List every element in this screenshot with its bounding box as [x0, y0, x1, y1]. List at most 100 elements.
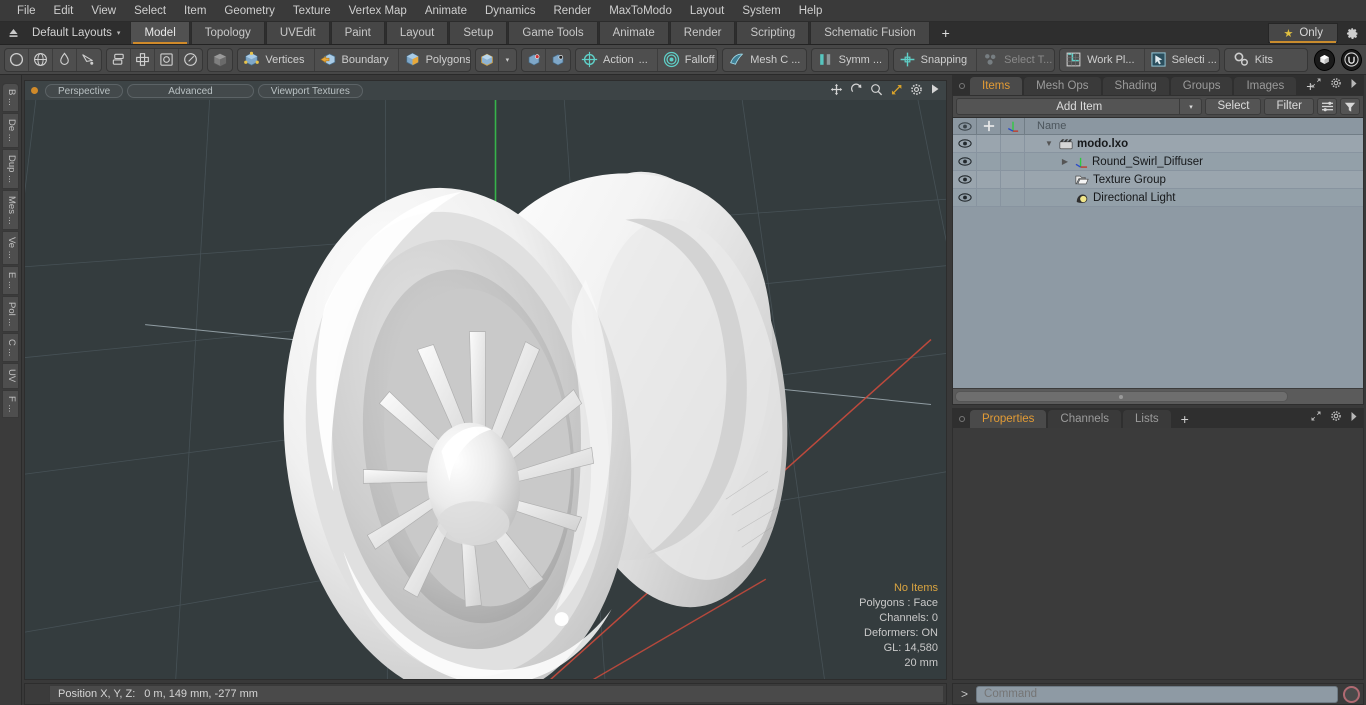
- row-axis-cell[interactable]: [1001, 189, 1025, 206]
- row-lock-cell[interactable]: [977, 189, 1001, 206]
- tab-mesh-ops[interactable]: Mesh Ops: [1024, 77, 1101, 95]
- rotate-icon[interactable]: [850, 83, 863, 99]
- cube-grey-icon[interactable]: [208, 49, 232, 71]
- menu-select[interactable]: Select: [125, 1, 175, 21]
- kits-button[interactable]: Kits: [1225, 49, 1295, 71]
- vtab-edge[interactable]: E ...: [2, 265, 19, 295]
- menu-vertex-map[interactable]: Vertex Map: [340, 1, 416, 21]
- viewport-3d-canvas[interactable]: Y X Z No Items Polygons : Face Channels:…: [25, 100, 946, 679]
- vtab-fusion[interactable]: F ...: [2, 389, 19, 418]
- vtab-mesh[interactable]: Mes ...: [2, 189, 19, 231]
- falloff-button[interactable]: Falloff: [658, 49, 717, 71]
- globe-icon[interactable]: [29, 48, 53, 71]
- command-input[interactable]: [976, 685, 1338, 703]
- action-center-button[interactable]: Action ...: [576, 48, 658, 71]
- menu-view[interactable]: View: [82, 1, 125, 21]
- tab-uvedit[interactable]: UVEdit: [265, 22, 330, 44]
- tab-images[interactable]: Images: [1234, 77, 1297, 95]
- expand-arrows-icon[interactable]: [1310, 410, 1322, 425]
- vtab-vertex[interactable]: Ve ...: [2, 231, 19, 265]
- tab-shading[interactable]: Shading: [1102, 77, 1169, 95]
- select-through-button[interactable]: Select T...: [977, 49, 1054, 71]
- menu-file[interactable]: File: [8, 1, 45, 21]
- chevron-down-icon[interactable]: ▾: [1179, 99, 1201, 114]
- row-eye-icon[interactable]: [953, 153, 977, 170]
- tab-properties[interactable]: Properties: [970, 410, 1047, 428]
- row-axis-cell[interactable]: [1001, 171, 1025, 188]
- move-icon[interactable]: [830, 83, 843, 99]
- row-name-cell[interactable]: Texture Group: [1025, 171, 1363, 188]
- only-toggle-button[interactable]: ★ Only: [1268, 23, 1338, 43]
- add-item-button[interactable]: Add Item ▾: [956, 98, 1203, 115]
- tab-render[interactable]: Render: [669, 22, 736, 44]
- viewport-shading-button[interactable]: Advanced: [127, 83, 254, 98]
- tab-animate[interactable]: Animate: [598, 22, 669, 44]
- menu-dynamics[interactable]: Dynamics: [476, 1, 544, 21]
- menu-system[interactable]: System: [733, 1, 789, 21]
- stack-icon[interactable]: [107, 48, 131, 71]
- unreal-u-icon[interactable]: [1340, 48, 1362, 71]
- tab-scripting[interactable]: Scripting: [736, 22, 810, 44]
- symmetry-button[interactable]: Symm ...: [812, 49, 888, 71]
- item-tree-scrollbar[interactable]: [953, 388, 1363, 404]
- modo-ball-icon[interactable]: [1313, 48, 1335, 71]
- mesh-constraint-button[interactable]: Mesh C ...: [723, 49, 805, 71]
- vtab-basic[interactable]: B ...: [2, 83, 19, 112]
- tab-paint[interactable]: Paint: [330, 22, 385, 44]
- row-name-cell[interactable]: Directional Light: [1025, 189, 1363, 206]
- menu-texture[interactable]: Texture: [284, 1, 340, 21]
- menu-help[interactable]: Help: [790, 1, 832, 21]
- fit-arrows-icon[interactable]: [890, 83, 903, 99]
- vtab-duplicate[interactable]: Dup ...: [2, 148, 19, 189]
- cube-pivot-icon[interactable]: [522, 48, 547, 71]
- row-lock-cell[interactable]: [977, 135, 1001, 152]
- vtab-curve[interactable]: C ...: [2, 332, 19, 363]
- tab-model[interactable]: Model: [130, 22, 190, 44]
- menu-layout[interactable]: Layout: [681, 1, 734, 21]
- tab-channels[interactable]: Channels: [1048, 410, 1122, 428]
- vtab-uv[interactable]: UV: [2, 363, 19, 389]
- tab-game-tools[interactable]: Game Tools: [508, 22, 598, 44]
- record-circle-icon[interactable]: [1343, 685, 1360, 703]
- list-options-icon[interactable]: [1317, 98, 1337, 115]
- layout-preset-selector[interactable]: Default Layouts ▾: [26, 22, 130, 44]
- viewport-projection-button[interactable]: Perspective: [45, 83, 124, 98]
- circle-icon[interactable]: [5, 48, 29, 71]
- select-button[interactable]: Select: [1205, 98, 1262, 115]
- add-tab-button[interactable]: +: [930, 22, 961, 44]
- item-tree[interactable]: Name ▼ modo.lxo ▶ Round_Swirl_Diffuser T…: [952, 117, 1364, 405]
- menu-render[interactable]: Render: [544, 1, 600, 21]
- tab-lists[interactable]: Lists: [1123, 410, 1171, 428]
- tab-schematic-fusion[interactable]: Schematic Fusion: [810, 22, 930, 44]
- gear-icon[interactable]: [1330, 410, 1342, 425]
- align-icon[interactable]: [131, 48, 155, 71]
- layout-gear-icon[interactable]: [1338, 22, 1366, 44]
- cube-center-icon[interactable]: [546, 49, 570, 71]
- tab-groups[interactable]: Groups: [1170, 77, 1233, 95]
- row-eye-icon[interactable]: [953, 171, 977, 188]
- vtab-deform[interactable]: De ...: [2, 112, 19, 148]
- properties-add-tab-button[interactable]: +: [1173, 410, 1197, 428]
- tab-setup[interactable]: Setup: [449, 22, 508, 44]
- horizontal-scrollbar-thumb[interactable]: [955, 391, 1288, 402]
- table-row[interactable]: ▼ modo.lxo: [953, 135, 1363, 153]
- curve-arrow-icon[interactable]: [77, 49, 101, 71]
- table-row[interactable]: Directional Light: [953, 189, 1363, 207]
- snapping-button[interactable]: Snapping: [894, 48, 978, 71]
- mode-polygons-button[interactable]: Polygons: [399, 49, 469, 71]
- menu-geometry[interactable]: Geometry: [215, 1, 284, 21]
- properties-content-area[interactable]: [952, 428, 1364, 680]
- cube-blue-icon[interactable]: [476, 48, 499, 71]
- row-eye-icon[interactable]: [953, 135, 977, 152]
- row-axis-cell[interactable]: [1001, 153, 1025, 170]
- menu-maxtomodo[interactable]: MaxToModo: [600, 1, 681, 21]
- gear-icon[interactable]: [1330, 77, 1342, 92]
- row-lock-cell[interactable]: [977, 153, 1001, 170]
- funnel-icon[interactable]: [1340, 98, 1360, 115]
- row-lock-cell[interactable]: [977, 171, 1001, 188]
- mode-boundary-button[interactable]: Boundary: [315, 48, 399, 71]
- row-name-cell[interactable]: ▶ Round_Swirl_Diffuser: [1025, 153, 1363, 170]
- tab-items[interactable]: Items: [970, 77, 1023, 95]
- viewport-textures-button[interactable]: Viewport Textures: [257, 83, 363, 98]
- menu-animate[interactable]: Animate: [416, 1, 476, 21]
